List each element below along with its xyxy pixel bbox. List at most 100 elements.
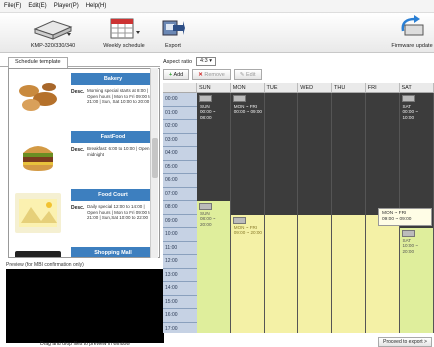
export-icon bbox=[162, 20, 185, 36]
menu-player[interactable]: Player(P) bbox=[54, 3, 79, 9]
block-label: SUN 08:00 ~ 20:00 bbox=[200, 211, 216, 227]
block-label: SAT 10:00 ~ 20:00 bbox=[402, 238, 418, 254]
day-column-sun[interactable]: SUN 00:00 ~ 08:00 SUN 08:00 ~ 20:00 bbox=[197, 93, 231, 333]
remove-icon: ✕ bbox=[198, 72, 203, 78]
schedule-block-weekday-night[interactable] bbox=[298, 93, 331, 215]
time-cell: 14:00 bbox=[163, 282, 197, 296]
time-cell: 00:00 bbox=[163, 93, 197, 107]
player-device-icon bbox=[33, 20, 73, 40]
block-content-thumbnail bbox=[401, 95, 415, 102]
remove-label: Remove bbox=[204, 72, 225, 78]
time-cell: 08:00 bbox=[163, 201, 197, 215]
time-cell: 17:00 bbox=[163, 322, 197, 333]
player-button[interactable]: KMP-320/330/340 bbox=[18, 15, 88, 49]
weekly-schedule-button[interactable]: Weekly schedule bbox=[98, 15, 150, 49]
template-item-food-court[interactable]: Food Court Desc. Daily special 12:00 to … bbox=[9, 185, 159, 243]
schedule-block-weekday-day[interactable] bbox=[332, 214, 365, 333]
scrollbar-thumb[interactable] bbox=[152, 138, 158, 178]
desc-label: Desc. bbox=[71, 205, 85, 211]
schedule-buttons: + Add ✕ Remove ✎ Edit bbox=[163, 69, 262, 80]
preview-window[interactable] bbox=[6, 269, 164, 343]
shopping-mall-thumbnail bbox=[15, 251, 61, 257]
block-content-thumbnail bbox=[232, 217, 246, 224]
bakery-thumbnail bbox=[15, 77, 61, 117]
day-header-thu: THU bbox=[332, 83, 366, 93]
plus-icon: + bbox=[169, 72, 173, 78]
tab-schedule-template[interactable]: Schedule template bbox=[8, 57, 68, 68]
day-header-tue: TUE bbox=[264, 83, 299, 93]
export-button[interactable]: Export bbox=[160, 15, 186, 49]
proceed-to-export-button[interactable]: Proceed to export > bbox=[378, 337, 432, 347]
schedule-block-weekday-night[interactable] bbox=[365, 93, 399, 215]
block-content-thumbnail bbox=[199, 95, 212, 102]
day-header-sat: SAT bbox=[399, 83, 434, 93]
time-cell: 07:00 bbox=[163, 187, 197, 201]
weekly-schedule-label: Weekly schedule bbox=[103, 43, 145, 49]
time-cell: 15:00 bbox=[163, 295, 197, 309]
time-cell: 04:00 bbox=[163, 147, 197, 161]
template-title: Shopping Mall bbox=[71, 247, 155, 257]
preview-label: Preview (for MBI confirmation only) bbox=[6, 262, 84, 268]
template-item-fastfood[interactable]: FastFood Desc. Breakfast: 6:00 to 10:00 … bbox=[9, 127, 159, 185]
template-title: Bakery bbox=[71, 73, 155, 85]
calendar-icon bbox=[110, 18, 140, 39]
schedule-block-weekday-night[interactable] bbox=[264, 93, 298, 215]
day-column-tue[interactable] bbox=[264, 93, 299, 333]
time-cell: 13:00 bbox=[163, 268, 197, 282]
block-content-thumbnail bbox=[232, 95, 246, 102]
time-cell: 12:00 bbox=[163, 255, 197, 269]
day-header-fri: FRI bbox=[365, 83, 400, 93]
menu-edit[interactable]: Edit(E) bbox=[28, 3, 46, 9]
block-tooltip: MON ~ FRI 09:00 ~ 09:00 bbox=[378, 208, 432, 226]
tooltip-text: MON ~ FRI 09:00 ~ 09:00 bbox=[382, 211, 412, 222]
template-title: FastFood bbox=[71, 131, 155, 143]
edit-button[interactable]: ✎ Edit bbox=[233, 69, 262, 80]
block-label: MON ~ FRI 09:00 ~ 20:00 bbox=[233, 225, 262, 236]
edit-icon: ✎ bbox=[239, 72, 245, 78]
menu-help[interactable]: Help(H) bbox=[86, 3, 107, 9]
template-list: Bakery Desc. Morning special starts at 8… bbox=[8, 68, 160, 258]
time-cell: 09:00 bbox=[163, 214, 197, 228]
time-cell: 11:00 bbox=[163, 241, 197, 255]
time-cell: 16:00 bbox=[163, 309, 197, 323]
day-header-sun: SUN bbox=[197, 83, 231, 93]
template-item-shopping-mall[interactable]: Shopping Mall bbox=[9, 243, 159, 257]
block-label: SUN 00:00 ~ 08:00 bbox=[200, 104, 216, 120]
firmware-update-button[interactable]: Firmware update bbox=[390, 15, 434, 49]
template-item-bakery[interactable]: Bakery Desc. Morning special starts at 8… bbox=[9, 69, 159, 127]
desc-label: Desc. bbox=[71, 89, 85, 95]
time-cell: 02:00 bbox=[163, 120, 197, 134]
block-content-thumbnail bbox=[199, 203, 212, 210]
schedule-block-weekday-day[interactable] bbox=[365, 214, 399, 333]
day-column-mon[interactable]: MON ~ FRI 00:00 ~ 09:00 MON ~ FRI 09:00 … bbox=[230, 93, 265, 333]
template-description: Morning special starts at 8:00 | Open ho… bbox=[87, 88, 152, 105]
menu-bar: File(F) Edit(E) Player(P) Help(H) bbox=[0, 0, 434, 13]
toolbar: KMP-320/330/340 Weekly schedule Export F… bbox=[0, 13, 434, 53]
aspect-ratio-label: Aspect ratio bbox=[163, 58, 193, 65]
fastfood-thumbnail bbox=[15, 135, 61, 175]
template-scrollbar[interactable] bbox=[150, 68, 158, 258]
export-label: Export bbox=[165, 43, 181, 49]
firmware-update-icon bbox=[401, 15, 424, 36]
edit-label: Edit bbox=[246, 72, 256, 78]
time-cell: 03:00 bbox=[163, 133, 197, 147]
schedule-pane: Aspect ratio 4:3 ▾ + Add ✕ Remove ✎ Edit… bbox=[163, 55, 434, 347]
schedule-block-weekday-night[interactable] bbox=[332, 93, 365, 215]
day-column-wed[interactable] bbox=[298, 93, 332, 333]
remove-button[interactable]: ✕ Remove bbox=[192, 69, 231, 80]
day-header-wed: WED bbox=[298, 83, 332, 93]
aspect-ratio-select[interactable]: 4:3 ▾ bbox=[196, 57, 216, 66]
schedule-block-weekday-day[interactable] bbox=[298, 214, 331, 333]
time-cell: 10:00 bbox=[163, 228, 197, 242]
time-cell: 06:00 bbox=[163, 174, 197, 188]
desc-label: Desc. bbox=[71, 147, 85, 153]
day-column-thu[interactable] bbox=[332, 93, 366, 333]
template-title: Food Court bbox=[71, 189, 155, 201]
time-cell: 01:00 bbox=[163, 106, 197, 120]
menu-file[interactable]: File(F) bbox=[4, 3, 21, 9]
day-header-mon: MON bbox=[230, 83, 265, 93]
add-button[interactable]: + Add bbox=[163, 69, 190, 80]
schedule-block-weekday-day[interactable] bbox=[264, 214, 298, 333]
block-label: SAT 00:00 ~ 10:00 bbox=[402, 104, 418, 120]
time-cell: 05:00 bbox=[163, 160, 197, 174]
